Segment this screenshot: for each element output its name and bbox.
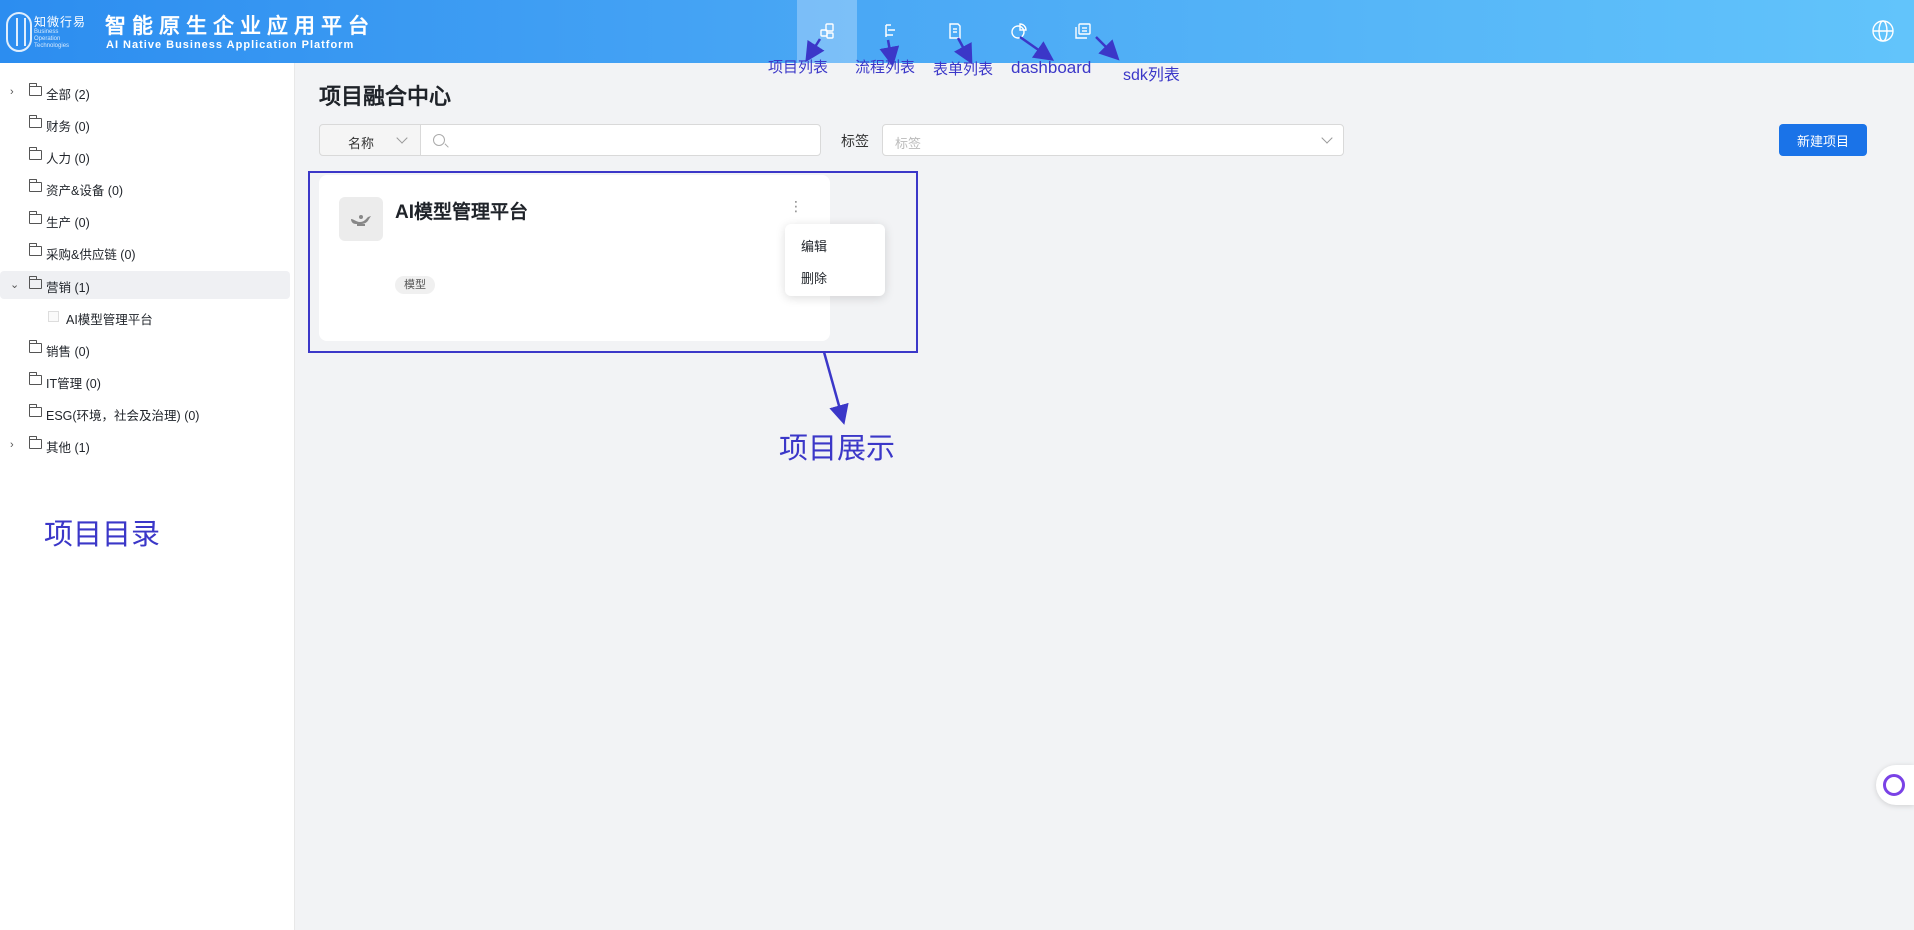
tree-label: 人力 (0) [46, 152, 90, 166]
tree-item-finance[interactable]: 财务 (0) [0, 110, 290, 138]
tree-label: 生产 (0) [46, 216, 90, 230]
folder-icon [29, 372, 42, 385]
search-input[interactable] [420, 124, 821, 156]
tree-label: IT管理 (0) [46, 377, 101, 391]
logo-mark [6, 12, 32, 52]
annotation-label: 项目展示 [779, 433, 896, 465]
folder-icon [29, 115, 42, 128]
tree-item-hr[interactable]: 人力 (0) [0, 142, 290, 170]
tree-item-esg[interactable]: ESG(环境，社会及治理) (0) [0, 399, 290, 427]
tree-label: 其他 (1) [46, 441, 90, 455]
folder-icon [29, 436, 42, 449]
flow-list-icon [885, 24, 895, 37]
search-icon [433, 134, 445, 146]
nav-project-list[interactable] [797, 0, 857, 63]
tag-select[interactable]: 标签 [882, 124, 1344, 156]
assistant-icon [1883, 774, 1905, 796]
chevron-right-icon[interactable]: › [10, 87, 20, 98]
logo-subtext: Business Operation Technologies [34, 29, 70, 49]
tag-placeholder: 标签 [895, 136, 922, 151]
app-subtitle: AI Native Business Application Platform [106, 39, 355, 51]
folder-icon [29, 340, 42, 353]
tree-item-marketing[interactable]: ⌄ 营销 (1) [0, 271, 290, 299]
project-icon [48, 311, 59, 322]
folder-icon [29, 211, 42, 224]
chevron-down-icon[interactable]: ⌄ [10, 280, 20, 291]
tree-label: 营销 (1) [46, 281, 90, 295]
tree-label: 全部 (2) [46, 88, 90, 102]
folder-icon [29, 276, 42, 289]
tree-label: 财务 (0) [46, 120, 90, 134]
tree-label: ESG(环境，社会及治理) (0) [46, 409, 200, 423]
tree-item-sales[interactable]: 销售 (0) [0, 335, 290, 363]
dashboard-icon [1011, 23, 1027, 39]
chevron-right-icon[interactable]: › [10, 440, 20, 451]
nav-sdk-list[interactable] [1053, 0, 1113, 63]
logo-text: 知微行易 [34, 15, 87, 29]
app-title: 智能原生企业应用平台 [105, 14, 375, 38]
project-list-icon [820, 23, 834, 39]
annotation-label: 流程列表 [855, 59, 916, 76]
tree-item-it[interactable]: IT管理 (0) [0, 367, 290, 395]
folder-icon [29, 83, 42, 96]
tag-filter-label: 标签 [841, 133, 869, 149]
form-list-icon [949, 23, 961, 39]
folder-icon [29, 404, 42, 417]
folder-icon [29, 147, 42, 160]
tree-label: 采购&供应链 (0) [46, 248, 136, 262]
globe-icon[interactable] [1871, 19, 1895, 43]
tree-item-assets[interactable]: 资产&设备 (0) [0, 174, 290, 202]
tree-label: 资产&设备 (0) [46, 184, 124, 198]
tree-label: AI模型管理平台 [66, 313, 153, 327]
chevron-down-icon [1321, 132, 1333, 144]
nav-flow-list[interactable] [861, 0, 921, 63]
folder-icon [29, 179, 42, 192]
tree-label: 销售 (0) [46, 345, 90, 359]
sdk-list-icon [1075, 23, 1091, 39]
annotation-label: sdk列表 [1123, 67, 1180, 84]
page-title: 项目融合中心 [319, 84, 452, 109]
assistant-button[interactable] [1876, 765, 1914, 805]
new-project-button[interactable]: 新建项目 [1779, 124, 1867, 156]
tree-item-ai-model-platform[interactable]: AI模型管理平台 [0, 303, 290, 331]
tree-item-other[interactable]: › 其他 (1) [0, 431, 290, 459]
tree-item-production[interactable]: 生产 (0) [0, 206, 290, 234]
filter-field-select[interactable]: 名称 [319, 124, 421, 156]
nav-form-list[interactable] [925, 0, 985, 63]
tree-item-all[interactable]: › 全部 (2) [0, 78, 290, 106]
chevron-down-icon [396, 132, 408, 144]
filter-field-value: 名称 [348, 136, 375, 151]
annotation-box [308, 171, 918, 353]
annotation-label: 表单列表 [933, 61, 994, 78]
project-tree-sidebar: › 全部 (2) 财务 (0) 人力 (0) 资产&设备 (0) 生产 (0) … [0, 63, 295, 930]
tree-item-procurement[interactable]: 采购&供应链 (0) [0, 238, 290, 266]
top-header: 知微行易 Business Operation Technologies 智能原… [0, 0, 1914, 63]
folder-icon [29, 243, 42, 256]
nav-dashboard[interactable] [989, 0, 1049, 63]
annotation-label: 项目列表 [768, 59, 829, 76]
annotation-label: dashboard [1011, 58, 1092, 77]
annotation-label: 项目目录 [44, 519, 161, 551]
